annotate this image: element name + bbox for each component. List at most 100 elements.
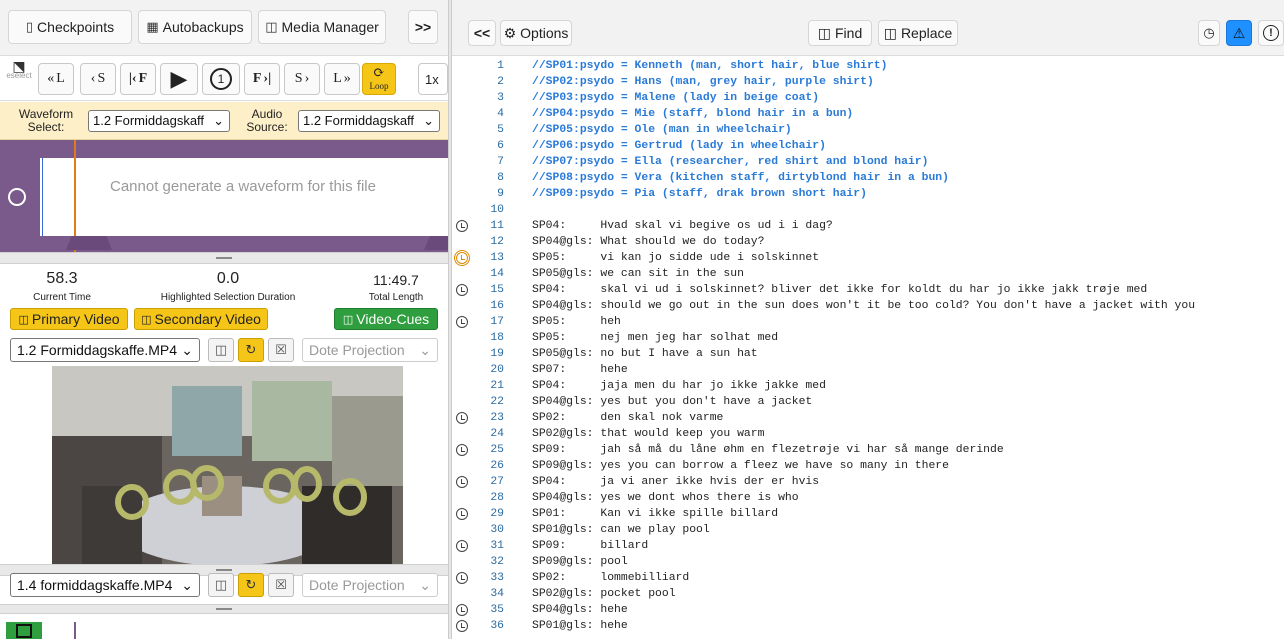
transcript-line[interactable]: 25 SP09: jah så må du låne øhm en flezetr… (452, 442, 1284, 458)
warnings-button[interactable]: ⚠ (1226, 20, 1252, 46)
first-frame-button[interactable]: |‹ F (120, 63, 156, 95)
next-segment-button[interactable]: S › (284, 63, 320, 95)
audio-source-select[interactable]: 1.2 Formiddagskaff ⌄ (298, 110, 440, 132)
transcript-line[interactable]: 24 SP02@gls: that would keep you warm (452, 426, 1284, 442)
line-text[interactable]: SP09@gls: yes you can borrow a fleez we … (532, 458, 949, 474)
transcript-line[interactable]: 23 SP02: den skal nok varme (452, 410, 1284, 426)
transcript-line[interactable]: 10 (452, 202, 1284, 218)
transcript-lines[interactable]: 1 //SP01:psydo = Kenneth (man, short hair… (452, 58, 1284, 639)
transcript-line[interactable]: 3 //SP03:psydo = Malene (lady in beige co… (452, 90, 1284, 106)
transcript-line[interactable]: 11 SP04: Hvad skal vi begive os ud i i da… (452, 218, 1284, 234)
previous-segment-button[interactable]: ‹ S (80, 63, 116, 95)
previous-line-button[interactable]: « L (38, 63, 74, 95)
line-text[interactable]: SP05@gls: we can sit in the sun (532, 266, 744, 282)
find-button[interactable]: ◫ Find (808, 20, 872, 46)
replace-button[interactable]: ◫ Replace (878, 20, 958, 46)
expand-panel-button[interactable]: >> (408, 10, 438, 44)
line-text[interactable]: //SP08:psydo = Vera (kitchen staff, dirt… (532, 170, 949, 186)
transcript-line[interactable]: 17 SP05: heh (452, 314, 1284, 330)
timestamp-clock-icon[interactable] (456, 604, 468, 616)
waveform-select[interactable]: 1.2 Formiddagskaff ⌄ (88, 110, 230, 132)
transcript-line[interactable]: 22 SP04@gls: yes but you don't have a jac… (452, 394, 1284, 410)
video1-file-select[interactable]: 1.2 Formiddagskaffe.MP4 ⌄ (10, 338, 200, 362)
transcript-line[interactable]: 12 SP04@gls: What should we do today? (452, 234, 1284, 250)
transcript-line[interactable]: 28 SP04@gls: yes we dont whos there is wh… (452, 490, 1284, 506)
line-text[interactable]: SP04@gls: What should we do today? (532, 234, 764, 250)
video2-link-button[interactable]: ◫ (208, 573, 234, 597)
timestamp-clock-icon[interactable] (456, 508, 468, 520)
transcript-line[interactable]: 8 //SP08:psydo = Vera (kitchen staff, dir… (452, 170, 1284, 186)
waveform-scroll-handle[interactable] (66, 236, 112, 250)
timestamp-clock-icon[interactable] (456, 540, 468, 552)
primary-video-button[interactable]: ◫ Primary Video (10, 308, 128, 330)
video2-sync-button[interactable]: ↻ (238, 573, 264, 597)
line-text[interactable]: SP05: nej men jeg har solhat med (532, 330, 778, 346)
video-player[interactable] (52, 366, 403, 564)
play-button[interactable]: ▶ (160, 63, 198, 95)
autobackups-button[interactable]: ▦ Autobackups (138, 10, 252, 44)
line-text[interactable]: SP09: jah så må du låne øhm en flezetrøj… (532, 442, 1004, 458)
line-text[interactable]: //SP04:psydo = Mie (staff, blond hair in… (532, 106, 853, 122)
timestamp-clock-icon[interactable] (456, 476, 468, 488)
timestamp-clock-icon[interactable] (456, 220, 468, 232)
transcript-line[interactable]: 26 SP09@gls: yes you can borrow a fleez w… (452, 458, 1284, 474)
checkpoints-button[interactable]: ▯ Checkpoints (8, 10, 132, 44)
transcript-line[interactable]: 18 SP05: nej men jeg har solhat med (452, 330, 1284, 346)
line-text[interactable]: SP05: heh (532, 314, 621, 330)
line-text[interactable]: SP02: den skal nok varme (532, 410, 723, 426)
video1-disable-button[interactable]: ☒ (268, 338, 294, 362)
transcript-line[interactable]: 35 SP04@gls: hehe (452, 602, 1284, 618)
video2-file-select[interactable]: 1.4 formiddagskaffe.MP4 ⌄ (10, 573, 200, 597)
transcript-line[interactable]: 15 SP04: skal vi ud i solskinnet? bliver … (452, 282, 1284, 298)
line-text[interactable]: //SP06:psydo = Gertrud (lady in wheelcha… (532, 138, 826, 154)
line-text[interactable]: SP04: ja vi aner ikke hvis der er hvis (532, 474, 819, 490)
line-text[interactable]: SP04: jaja men du har jo ikke jakke med (532, 378, 826, 394)
transcript-line[interactable]: 2 //SP02:psydo = Hans (man, grey hair, pu… (452, 74, 1284, 90)
transcript-line[interactable]: 27 SP04: ja vi aner ikke hvis der er hvis (452, 474, 1284, 490)
transcript-line[interactable]: 9 //SP09:psydo = Pia (staff, drak brown s… (452, 186, 1284, 202)
transcript-line[interactable]: 31 SP09: billard (452, 538, 1284, 554)
timestamp-clock-icon[interactable] (456, 620, 468, 632)
speed-input[interactable]: 1x (418, 63, 448, 95)
collapse-panel-button[interactable]: << (468, 20, 496, 46)
transcript-line[interactable]: 33 SP02: lommebilliard (452, 570, 1284, 586)
line-text[interactable]: //SP02:psydo = Hans (man, grey hair, pur… (532, 74, 874, 90)
video1-link-button[interactable]: ◫ (208, 338, 234, 362)
line-text[interactable]: SP07: hehe (532, 362, 628, 378)
timestamp-clock-icon[interactable] (456, 316, 468, 328)
line-text[interactable]: SP04: Hvad skal vi begive os ud i i dag? (532, 218, 833, 234)
line-text[interactable]: SP02@gls: pocket pool (532, 586, 676, 602)
transcript-line[interactable]: 13 SP05: vi kan jo sidde ude i solskinnet (452, 250, 1284, 266)
line-text[interactable]: //SP09:psydo = Pia (staff, drak brown sh… (532, 186, 867, 202)
timestamp-clock-icon[interactable] (456, 412, 468, 424)
transcript-line[interactable]: 4 //SP04:psydo = Mie (staff, blond hair i… (452, 106, 1284, 122)
playhead[interactable] (74, 140, 77, 252)
video-cues-button[interactable]: ◫ Video-Cues (334, 308, 438, 330)
next-line-button[interactable]: L » (324, 63, 360, 95)
transcript-line[interactable]: 7 //SP07:psydo = Ella (researcher, red sh… (452, 154, 1284, 170)
line-text[interactable]: SP05@gls: no but I have a sun hat (532, 346, 758, 362)
line-text[interactable]: SP04@gls: should we go out in the sun do… (532, 298, 1195, 314)
line-text[interactable]: SP04@gls: yes we dont whos there is who (532, 490, 799, 506)
timestamp-clock-icon[interactable] (454, 250, 470, 266)
line-text[interactable]: //SP05:psydo = Ole (man in wheelchair) (532, 122, 792, 138)
line-text[interactable]: SP01@gls: can we play pool (532, 522, 710, 538)
errors-button[interactable]: ! (1258, 20, 1284, 46)
transcript-line[interactable]: 20 SP07: hehe (452, 362, 1284, 378)
replay-button[interactable]: 1 (202, 63, 240, 95)
line-text[interactable]: SP04: skal vi ud i solskinnet? bliver de… (532, 282, 1147, 298)
transcript-line[interactable]: 29 SP01: Kan vi ikke spille billard (452, 506, 1284, 522)
options-button[interactable]: ⚙ Options (500, 20, 572, 46)
transcript-line[interactable]: 30 SP01@gls: can we play pool (452, 522, 1284, 538)
transcript-line[interactable]: 36 SP01@gls: hehe (452, 618, 1284, 634)
line-text[interactable]: SP01: Kan vi ikke spille billard (532, 506, 778, 522)
timestamp-clock-icon[interactable] (456, 284, 468, 296)
video1-projection-select[interactable]: Dote Projection ⌄ (302, 338, 438, 362)
history-button[interactable]: ◷ (1198, 20, 1220, 46)
line-text[interactable]: SP09: billard (532, 538, 648, 554)
transcript-line[interactable]: 5 //SP05:psydo = Ole (man in wheelchair) (452, 122, 1284, 138)
media-manager-button[interactable]: ◫ Media Manager (258, 10, 386, 44)
transcript-line[interactable]: 21 SP04: jaja men du har jo ikke jakke me… (452, 378, 1284, 394)
line-text[interactable]: SP09@gls: pool (532, 554, 628, 570)
timestamp-clock-icon[interactable] (456, 572, 468, 584)
